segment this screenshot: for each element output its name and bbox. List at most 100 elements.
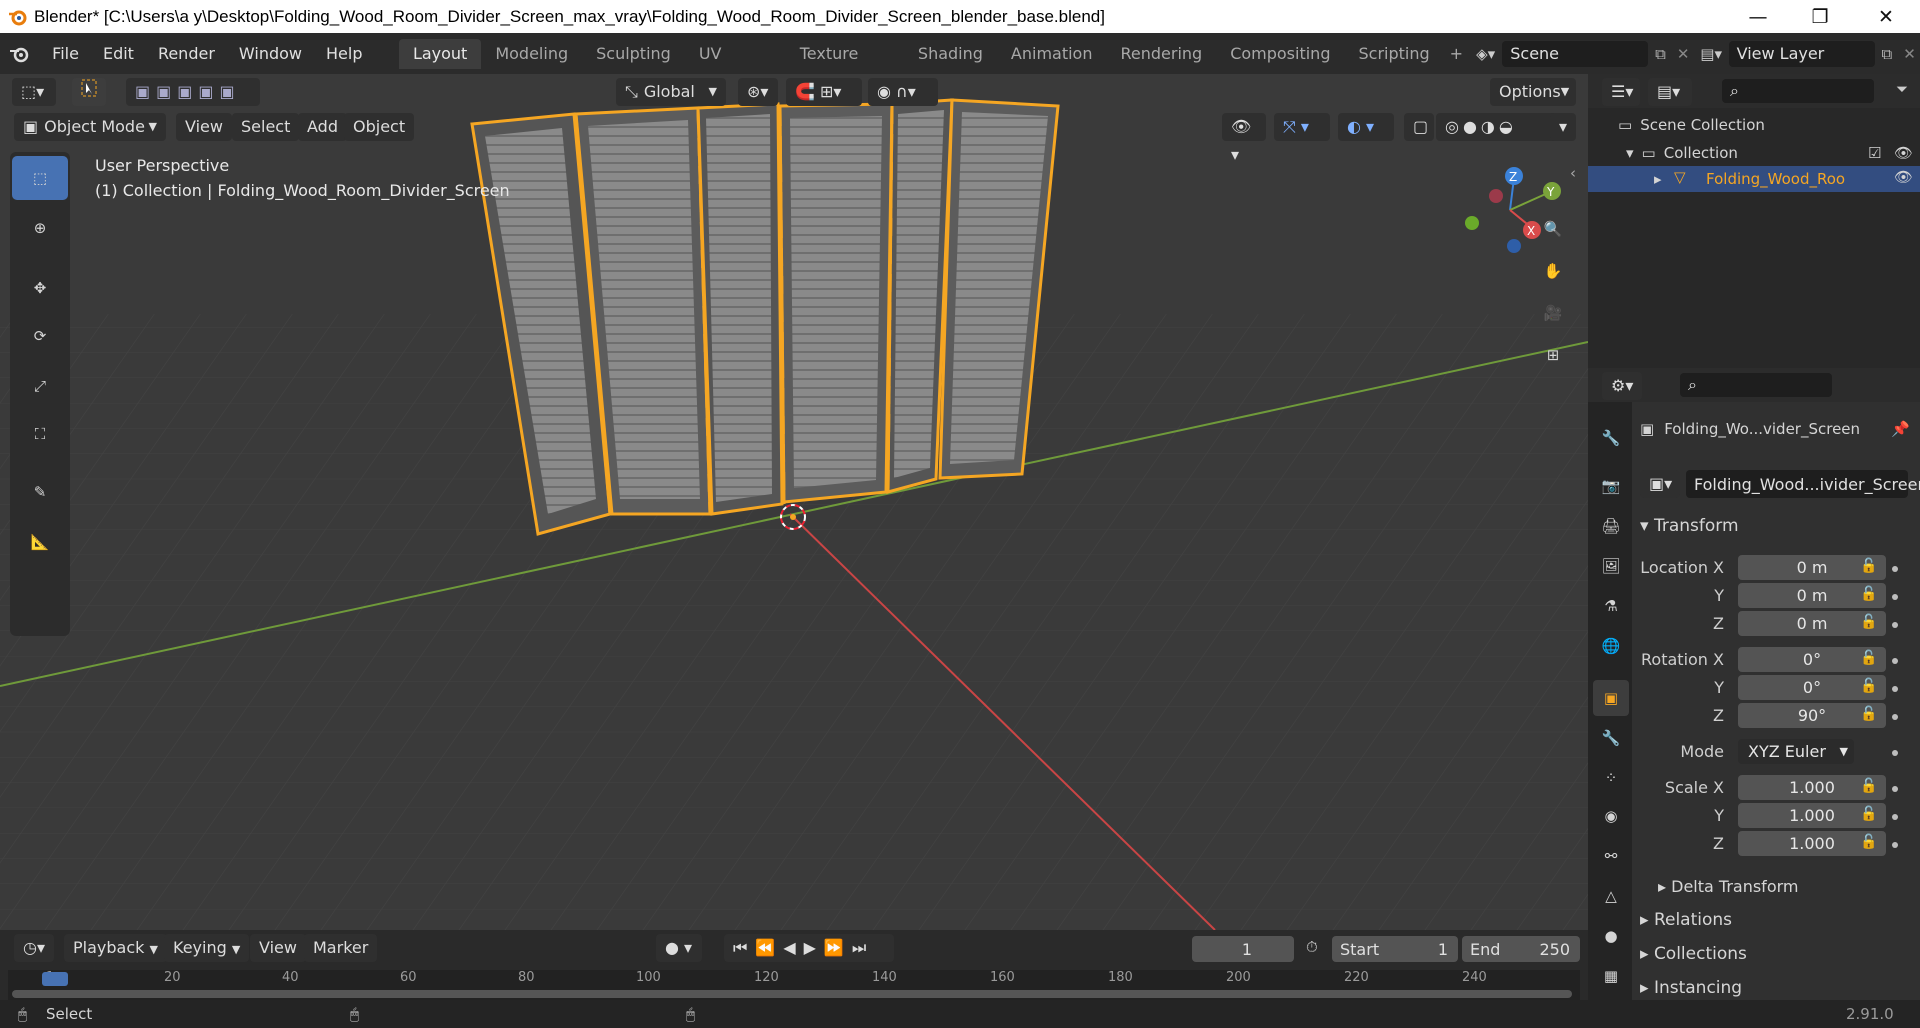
keyframe-dot-icon[interactable] [1892,842,1898,848]
lock-icon[interactable]: 🔓 [1860,706,1877,722]
collection-visibility-icon[interactable]: 👁 [1894,144,1913,162]
object-visibility-icon[interactable]: 👁 [1894,168,1913,186]
close-button[interactable]: ✕ [1858,0,1914,33]
gizmo-toggle-icon[interactable]: ⤧ ▾ [1274,113,1330,141]
tab-compositing[interactable]: Compositing [1216,39,1344,69]
keyframe-dot-icon[interactable] [1892,686,1898,692]
delta-transform-section[interactable]: ▸ Delta Transform [1658,877,1798,896]
constraints-tab-icon[interactable]: ⚯ [1593,838,1629,874]
options-dropdown[interactable]: Options ▼ [1490,78,1576,106]
keyframe-dot-icon[interactable] [1892,814,1898,820]
filter-icon[interactable]: ⏷ [1896,80,1908,98]
stopwatch-icon[interactable]: ⏱ [1306,938,1318,956]
xray-icon[interactable]: ▢ [1404,113,1434,141]
zoom-icon[interactable]: 🔍 [1538,214,1568,244]
datablock-browse-icon[interactable]: ▣▾ [1640,470,1680,498]
maximize-button[interactable]: ❐ [1792,0,1848,33]
display-mode-icon[interactable]: ▤▾ [1648,78,1692,106]
particles-tab-icon[interactable]: ⁘ [1593,760,1629,796]
tool-tab-icon[interactable]: 🔧 [1593,420,1629,456]
tab-rendering[interactable]: Rendering [1106,39,1216,69]
current-frame-field[interactable]: 1 [1192,936,1294,962]
transform-orientation-dropdown[interactable]: ⤡ Global ▼ [616,78,726,106]
scale-tool[interactable]: ⤢ [12,364,68,408]
menu-render[interactable]: Render [146,39,227,69]
scene-tab-icon[interactable]: ⚗ [1593,588,1629,624]
timeline-menu-marker[interactable]: Marker [304,934,378,962]
object-mode-dropdown[interactable]: ▣ Object Mode ▼ [14,113,166,141]
editor-type-icon[interactable]: ⬚▾ [12,78,56,106]
snap-icon[interactable]: 🧲 ⊞▾ [786,78,862,106]
object-tab-icon[interactable]: ▣ [1593,680,1629,716]
sidebar-toggle-icon[interactable]: ‹ [1570,164,1576,182]
lock-icon[interactable]: 🔓 [1860,586,1877,602]
camera-view-icon[interactable]: 🎥 [1538,298,1568,328]
visibility-icon[interactable]: 👁▾ [1222,113,1266,164]
tab-animation[interactable]: Animation [997,39,1107,69]
lock-icon[interactable]: 🔓 [1860,558,1877,574]
start-frame-field[interactable]: Start 1 [1332,936,1458,962]
lock-icon[interactable]: 🔓 [1860,614,1877,630]
instancing-section[interactable]: ▸ Instancing [1640,978,1742,998]
new-view-layer-icon[interactable]: ⧉ [1875,45,1899,63]
outliner-row-object[interactable]: ▸ ▽ Folding_Wood_Room 👁 [1588,166,1920,192]
relations-section[interactable]: ▸ Relations [1640,910,1732,930]
collection-checkbox-icon[interactable]: ☑ [1868,144,1881,162]
menu-file[interactable]: File [40,39,91,69]
tab-layout[interactable]: Layout [398,38,482,69]
pan-hand-icon[interactable]: ✋ [1538,256,1568,286]
blender-menu-icon[interactable] [0,45,40,63]
scene-name-field[interactable]: Scene [1502,40,1649,67]
menu-edit[interactable]: Edit [91,39,146,69]
menu-help[interactable]: Help [314,39,374,69]
lock-icon[interactable]: 🔓 [1860,650,1877,666]
texture-tab-icon[interactable]: ▦ [1593,958,1629,994]
outliner-row-scene-collection[interactable]: ▭ Scene Collection [1618,116,1765,134]
end-frame-field[interactable]: End 250 [1462,936,1580,962]
pin-icon[interactable]: 📌 [1891,420,1910,438]
measure-tool[interactable]: 📐 [12,520,68,564]
delete-view-layer-icon[interactable]: ✕ [1899,45,1920,63]
modifiers-tab-icon[interactable]: 🔧 [1593,720,1629,756]
timeline-menu-view[interactable]: View [250,934,306,962]
3d-viewport[interactable]: ⬚▾ ▣▣▣▣▣ ⤡ Global ▼ ⊛▾ 🧲 ⊞▾ ◉ ∩▾ Options… [0,74,1588,930]
select-tool-icon[interactable] [72,78,106,106]
viewport-menu-object[interactable]: Object [344,113,415,141]
pivot-point-icon[interactable]: ⊛▾ [738,78,778,106]
shading-mode-icons[interactable]: ◎●◑◒ [1436,113,1560,141]
tab-modeling[interactable]: Modeling [481,39,582,69]
outliner-row-collection[interactable]: ▾ ▭ Collection [1626,144,1738,162]
keyframe-dot-icon[interactable] [1892,714,1898,720]
timeline-menu-keying[interactable]: Keying ▼ [164,934,250,962]
world-tab-icon[interactable]: 🌐 [1593,628,1629,664]
delete-scene-icon[interactable]: ✕ [1673,45,1694,63]
timeline-editor-icon[interactable]: ◷▾ [14,934,54,962]
timeline-ruler[interactable]: 120406080100120140160180200220240 [8,970,1580,1000]
scene-selector-icon[interactable]: ◈▾ [1469,45,1502,63]
keyframe-dot-icon[interactable] [1892,566,1898,572]
outliner-editor-icon[interactable]: ☰▾ [1602,78,1640,106]
tab-scripting[interactable]: Scripting [1344,39,1443,69]
material-tab-icon[interactable]: ● [1593,918,1629,954]
keyframe-dot-icon[interactable] [1892,786,1898,792]
render-tab-icon[interactable]: 📷 [1593,468,1629,504]
object-datablock-selector[interactable]: ▣▾ Folding_Wood...ivider_Screen [1640,470,1920,498]
rotate-tool[interactable]: ⟳ [12,314,68,358]
view-layer-icon[interactable]: ▤▾ [1694,45,1729,63]
tab-uv-editing[interactable]: UV Editing [685,39,786,93]
physics-tab-icon[interactable]: ◉ [1593,798,1629,834]
properties-editor-icon[interactable]: ⚙▾ [1602,372,1642,400]
folding-screen-object[interactable] [470,98,1060,536]
output-tab-icon[interactable]: 🖨 [1593,508,1629,544]
annotate-tool[interactable]: ✎ [12,470,68,514]
tab-sculpting[interactable]: Sculpting [582,39,685,69]
collections-section[interactable]: ▸ Collections [1640,944,1747,964]
keyframe-dot-icon[interactable] [1892,622,1898,628]
lock-icon[interactable]: 🔓 [1860,678,1877,694]
cursor-tool[interactable]: ⊕ [12,206,68,250]
overlays-icon[interactable]: ◐ ▾ [1338,113,1394,141]
proportional-edit-icon[interactable]: ◉ ∩▾ [868,78,938,106]
keyframe-dot-icon[interactable] [1892,594,1898,600]
selection-mode-icons[interactable]: ▣▣▣▣▣ [126,78,260,106]
view-layer-tab-icon[interactable]: 🖼 [1593,548,1629,584]
